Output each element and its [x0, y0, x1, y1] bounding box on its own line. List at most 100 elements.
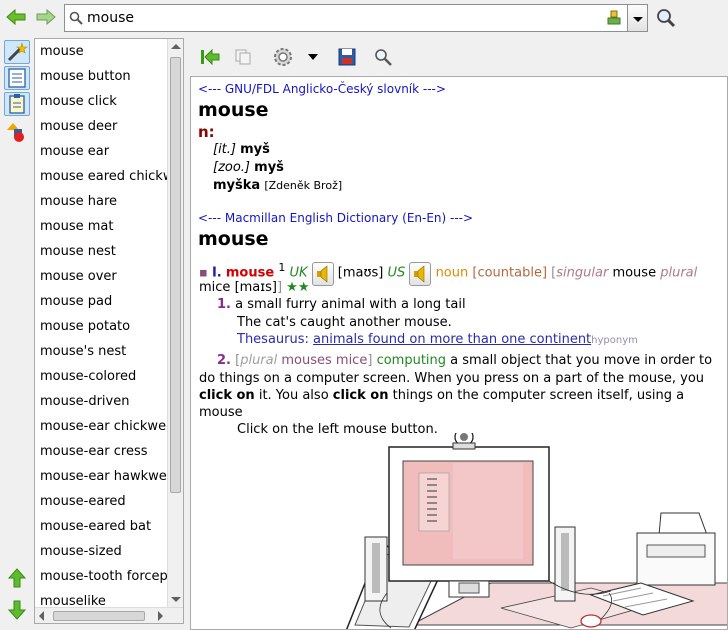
list-item[interactable]: mouse-sized — [35, 539, 167, 564]
list-item[interactable]: mouse's nest — [35, 339, 167, 364]
subject-domain: computing — [376, 353, 447, 368]
settings-gear-icon[interactable] — [270, 44, 296, 70]
word-list-horizontal-scrollbar[interactable] — [35, 607, 183, 623]
headword: mouse — [198, 228, 269, 250]
word-list[interactable]: mouse mouse button mouse click mouse dee… — [34, 38, 184, 624]
scroll-down-arrow-icon[interactable] — [8, 600, 26, 620]
forward-arrow-icon[interactable] — [36, 8, 56, 26]
list-item[interactable]: mouse nest — [35, 239, 167, 264]
thesaurus-link[interactable]: animals found on more than one continent — [313, 332, 591, 347]
sense-number: 1. — [217, 297, 231, 312]
singular-form: mouse — [612, 265, 657, 281]
search-box[interactable] — [64, 4, 628, 32]
list-item[interactable]: mouse hare — [35, 189, 167, 214]
list-item[interactable]: mouse over — [35, 264, 167, 289]
list-item[interactable]: mouse potato — [35, 314, 167, 339]
copy-icon[interactable] — [234, 48, 252, 66]
frequency-stars: ★★ — [286, 280, 310, 295]
homograph-number: 1 — [278, 261, 286, 274]
list-item[interactable]: mouse — [35, 39, 167, 64]
back-arrow-icon[interactable] — [6, 8, 26, 26]
ipa-uk: [maʊs] — [337, 265, 384, 281]
entry-header-line-2: mice [maɪs]] ★★ — [199, 280, 309, 295]
speaker-icon — [316, 265, 327, 283]
speaker-icon — [414, 265, 425, 283]
scrollbar-right-arrow-icon[interactable] — [158, 611, 163, 621]
bullet: ▪ — [199, 265, 208, 281]
list-item[interactable]: mouse-eared bat — [35, 514, 167, 539]
scroll-up-arrow-icon[interactable] — [8, 568, 26, 588]
list-item[interactable]: mouse-ear cress — [35, 439, 167, 464]
definition-line: click on it. You also click on things on… — [199, 388, 684, 403]
list-item[interactable]: mouse-driven — [35, 389, 167, 414]
list-item[interactable]: mouse click — [35, 89, 167, 114]
sense-line: [zoo.] myš — [213, 160, 284, 175]
dictionary-list-button[interactable] — [4, 66, 30, 90]
dictionary-list-icon — [8, 68, 26, 88]
favorites-button[interactable] — [4, 92, 30, 116]
left-toolbar — [0, 36, 34, 630]
part-of-speech: n: — [198, 123, 215, 141]
hyponym-tag: hyponym — [591, 335, 638, 346]
list-item[interactable]: mouse-colored — [35, 364, 167, 389]
scrollbar-up-arrow-icon[interactable] — [171, 44, 181, 49]
definition: it. You also — [258, 388, 329, 403]
clear-search-icon[interactable] — [607, 10, 621, 26]
definition: do things on a computer screen. When you… — [199, 371, 705, 386]
play-uk-pronunciation-button[interactable] — [311, 262, 334, 287]
history-button[interactable] — [4, 120, 30, 144]
save-icon[interactable] — [338, 48, 356, 66]
list-item[interactable]: mouse button — [35, 64, 167, 89]
definition: a small object that you move in order to — [450, 353, 713, 368]
list-item[interactable]: mouse-tooth forceps — [35, 564, 167, 589]
scan-popup-icon[interactable] — [656, 8, 676, 28]
settings-dropdown-icon[interactable] — [308, 54, 318, 60]
list-item[interactable]: mouse-ear chickweed — [35, 414, 167, 439]
dictionary-header[interactable]: <--- Macmillan English Dictionary (En-En… — [198, 211, 473, 225]
search-input[interactable] — [87, 8, 587, 28]
sense-2: 2. [plural mouses mice] computing a smal… — [217, 353, 712, 368]
bracket: ] — [276, 280, 283, 295]
thesaurus-line: Thesaurus: animals found on more than on… — [237, 332, 638, 347]
find-in-article-icon[interactable] — [374, 48, 392, 66]
scrollbar-thumb[interactable] — [170, 57, 181, 493]
search-toolbar — [0, 0, 728, 36]
list-item[interactable]: mouse eared chickweed — [35, 164, 167, 189]
sense-1: 1. a small furry animal with a long tail — [217, 297, 466, 312]
bracket: ] — [367, 353, 373, 368]
entry-word: mouse — [225, 265, 275, 281]
list-item[interactable]: mouse-ear hawkweed — [35, 464, 167, 489]
scrollbar-down-arrow-icon[interactable] — [171, 597, 181, 602]
search-history-dropdown[interactable] — [628, 4, 648, 32]
list-item[interactable]: mouse ear — [35, 139, 167, 164]
list-item[interactable]: mouse mat — [35, 214, 167, 239]
thesaurus-label: Thesaurus: — [237, 332, 309, 347]
search-icon — [69, 11, 83, 25]
list-item[interactable]: mouse pad — [35, 289, 167, 314]
sense-line: [it.] myš — [213, 142, 270, 157]
word-list-vertical-scrollbar[interactable] — [167, 39, 183, 607]
list-item[interactable]: mouselike — [35, 589, 167, 607]
grammar-singular: singular — [556, 265, 609, 281]
article-view: <--- GNU/FDL Anglicko-Český slovník --->… — [190, 76, 728, 630]
phrase: click on — [332, 388, 389, 403]
translation: myš — [254, 160, 284, 175]
jump-first-icon[interactable] — [200, 48, 220, 66]
magic-wand-icon — [7, 42, 28, 62]
domain-tag: [zoo.] — [213, 160, 251, 175]
wizard-button[interactable] — [4, 40, 30, 64]
translation: myš — [240, 142, 270, 157]
example: The cat's caught another mouse. — [237, 315, 452, 330]
ipa-plural: [maɪs] — [234, 280, 277, 295]
definition: mouse — [199, 405, 243, 420]
author-credit: [Zdeněk Brož] — [264, 179, 343, 192]
scrollbar-left-arrow-icon[interactable] — [39, 611, 44, 621]
list-item[interactable]: mouse deer — [35, 114, 167, 139]
play-us-pronunciation-button[interactable] — [409, 262, 432, 287]
list-item[interactable]: mouse-eared — [35, 489, 167, 514]
scrollbar-thumb[interactable] — [53, 611, 145, 621]
clipboard-icon — [9, 94, 25, 114]
dictionary-header[interactable]: <--- GNU/FDL Anglicko-Český slovník ---> — [198, 82, 446, 96]
sense-number: 2. — [217, 353, 231, 368]
roman-numeral: I. — [211, 265, 222, 281]
